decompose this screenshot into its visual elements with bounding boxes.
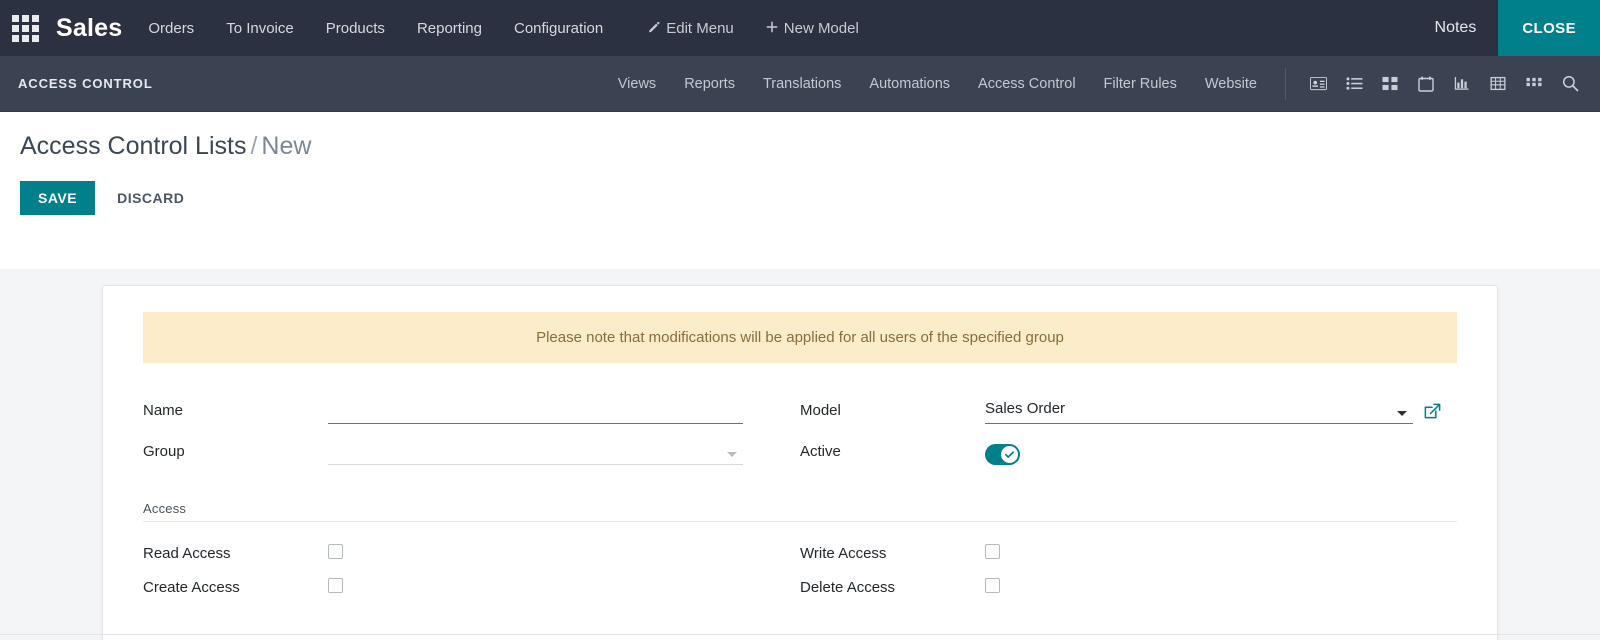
top-navbar-right: Notes CLOSE [1413, 0, 1600, 56]
contact-card-icon[interactable] [1302, 68, 1334, 100]
field-group: Group [143, 430, 800, 465]
delete-access-checkbox[interactable] [985, 577, 1000, 593]
menu-item-reporting[interactable]: Reporting [401, 0, 498, 56]
developer-subbar: ACCESS CONTROL Views Reports Translation… [0, 56, 1600, 112]
pencil-icon [647, 21, 660, 36]
developer-actions: Edit Menu New Model [631, 0, 875, 56]
pivot-view-icon[interactable] [1482, 68, 1514, 100]
subbar-item-access-control[interactable]: Access Control [964, 76, 1090, 92]
app-brand-sales[interactable]: Sales [50, 0, 132, 56]
kanban-view-icon[interactable] [1374, 68, 1406, 100]
write-access-checkbox[interactable] [985, 543, 1000, 559]
subbar-item-translations[interactable]: Translations [749, 76, 855, 92]
field-create-access: Create Access [143, 570, 800, 604]
menu-item-to-invoice[interactable]: To Invoice [210, 0, 310, 56]
form-column-right: Model Sales Order Active [800, 389, 1457, 471]
form-sheet-wrapper: Please note that modifications will be a… [0, 269, 1600, 640]
menu-item-orders[interactable]: Orders [132, 0, 210, 56]
field-delete-access-label: Delete Access [800, 578, 896, 596]
breadcrumb: Access Control Lists / New [20, 132, 1600, 161]
record-actions: SAVE DISCARD [20, 181, 1600, 215]
field-read-access-label: Read Access [143, 544, 231, 562]
form-sheet: Please note that modifications will be a… [102, 285, 1498, 640]
field-active-label: Active [800, 443, 841, 460]
access-fields: Read Access Create Access Write Access D… [143, 536, 1457, 604]
separator-line [143, 521, 1457, 522]
subbar-title: ACCESS CONTROL [18, 76, 153, 91]
breadcrumb-root[interactable]: Access Control Lists [20, 132, 246, 160]
new-model-action[interactable]: New Model [750, 0, 875, 56]
apps-menu-button[interactable] [0, 0, 50, 56]
internal-link-icon[interactable] [1423, 402, 1442, 424]
calendar-view-icon[interactable] [1410, 68, 1442, 100]
check-icon [1005, 451, 1014, 458]
field-model: Model Sales Order [800, 389, 1457, 424]
search-icon[interactable] [1554, 68, 1586, 100]
subbar-item-website[interactable]: Website [1191, 76, 1271, 92]
primary-menu: Orders To Invoice Products Reporting Con… [132, 0, 619, 56]
model-value: Sales Order [985, 400, 1066, 417]
field-write-access-label: Write Access [800, 544, 887, 562]
form-column-left: Name Group [143, 389, 800, 471]
field-name: Name [143, 389, 800, 424]
plus-icon [766, 21, 778, 35]
chevron-down-icon [1397, 411, 1407, 416]
toggle-knob [1001, 446, 1018, 463]
notes-link[interactable]: Notes [1413, 0, 1499, 56]
field-active: Active [800, 430, 1457, 465]
field-group-label: Group [143, 443, 185, 460]
control-panel: Access Control Lists / New SAVE DISCARD [0, 112, 1600, 269]
breadcrumb-current: New [261, 132, 312, 160]
graph-view-icon[interactable] [1446, 68, 1478, 100]
create-access-checkbox[interactable] [328, 577, 343, 593]
field-create-access-label: Create Access [143, 578, 240, 596]
field-read-access: Read Access [143, 536, 800, 570]
apps-grid-icon [11, 14, 39, 42]
access-separator: Access [143, 501, 1457, 522]
active-toggle[interactable] [985, 444, 1020, 465]
new-model-label: New Model [783, 19, 859, 37]
form-fields-top: Name Group Model Sales Order Active [143, 389, 1457, 471]
close-button[interactable]: CLOSE [1498, 0, 1600, 56]
gallery-view-icon[interactable] [1518, 68, 1550, 100]
discard-button[interactable]: DISCARD [101, 181, 200, 215]
menu-item-products[interactable]: Products [310, 0, 401, 56]
subbar-item-views[interactable]: Views [604, 76, 670, 92]
field-delete-access: Delete Access [800, 570, 1457, 604]
edit-menu-label: Edit Menu [666, 19, 734, 37]
subbar-item-filter-rules[interactable]: Filter Rules [1090, 76, 1191, 92]
field-write-access: Write Access [800, 536, 1457, 570]
info-alert: Please note that modifications will be a… [143, 312, 1457, 363]
chevron-down-icon [727, 452, 737, 457]
list-view-icon[interactable] [1338, 68, 1370, 100]
read-access-checkbox[interactable] [328, 543, 343, 559]
top-navbar: Sales Orders To Invoice Products Reporti… [0, 0, 1600, 56]
name-input[interactable] [328, 398, 743, 424]
page-bottom-divider [0, 634, 1600, 635]
access-column-right: Write Access Delete Access [800, 536, 1457, 604]
model-select[interactable]: Sales Order [985, 400, 1413, 424]
subbar-nav: Views Reports Translations Automations A… [604, 67, 1600, 100]
group-input[interactable] [328, 439, 743, 465]
view-switcher [1285, 67, 1600, 100]
edit-menu-action[interactable]: Edit Menu [631, 0, 750, 56]
field-model-label: Model [800, 402, 841, 419]
breadcrumb-separator: / [250, 132, 258, 160]
menu-item-configuration[interactable]: Configuration [498, 0, 619, 56]
save-button[interactable]: SAVE [20, 181, 96, 215]
subbar-item-automations[interactable]: Automations [855, 76, 964, 92]
access-separator-label: Access [143, 501, 187, 516]
field-name-label: Name [143, 402, 184, 419]
access-column-left: Read Access Create Access [143, 536, 800, 604]
subbar-item-reports[interactable]: Reports [670, 76, 749, 92]
